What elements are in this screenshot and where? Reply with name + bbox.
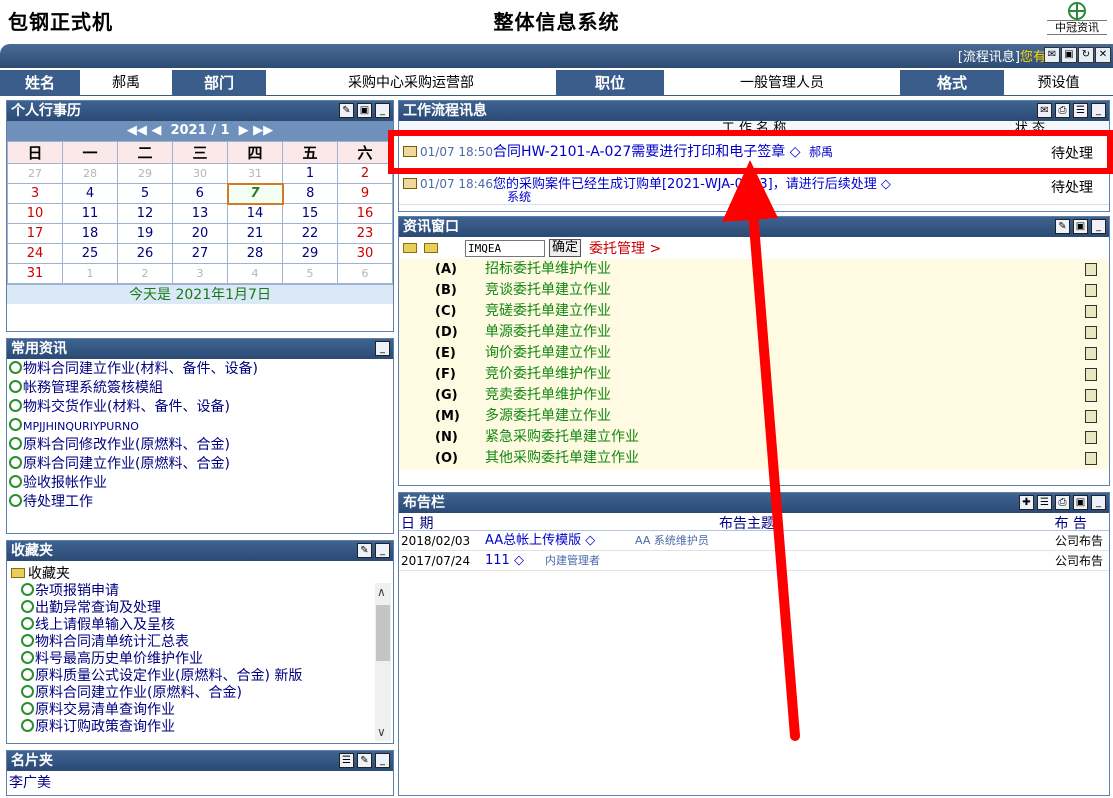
main-page: 包钢正式机 整体信息系统 中冠资讯 [流程讯息]您有新 ✉ ▣ ↻ ✕ 姓名 郝… bbox=[0, 0, 1113, 798]
annotation-arrow bbox=[722, 160, 800, 741]
